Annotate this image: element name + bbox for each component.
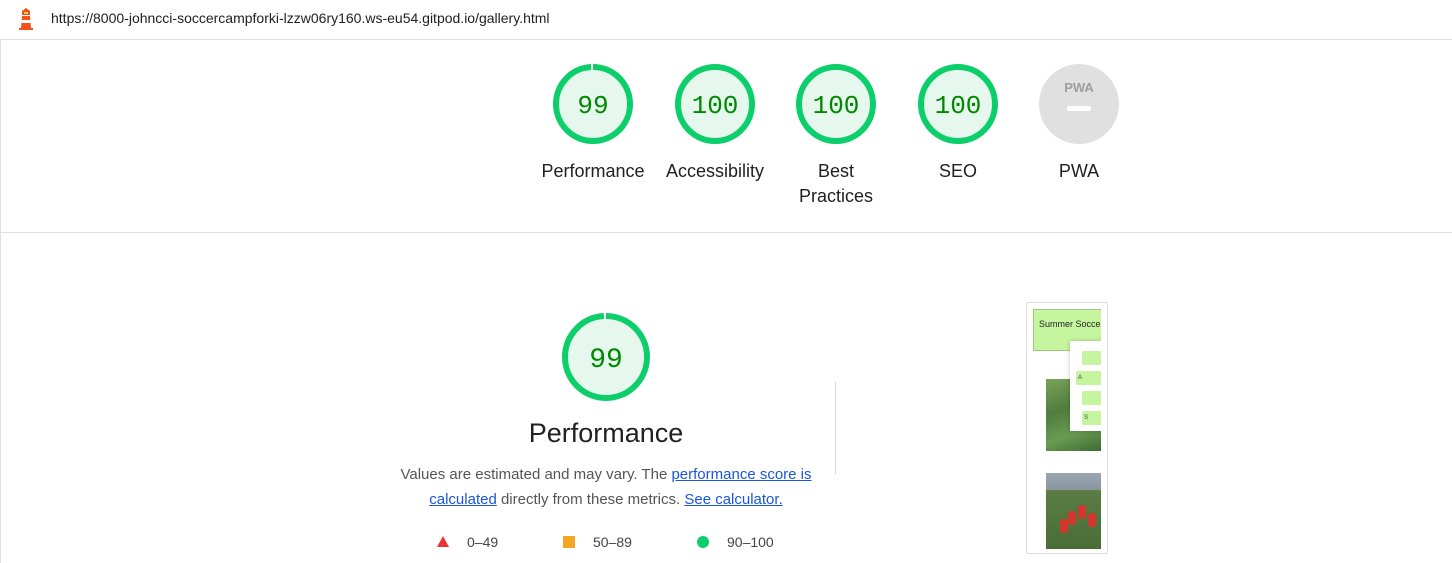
gauge-label: PWA bbox=[1058, 161, 1100, 181]
see-calculator-link[interactable]: See calculator. bbox=[684, 491, 782, 508]
legend-range: 0–49 bbox=[467, 534, 499, 550]
lighthouse-logo-icon bbox=[19, 8, 33, 30]
performance-gauge-large: 99 bbox=[560, 311, 652, 408]
pwa-badge-icon: PWA bbox=[1039, 64, 1119, 144]
score-gauge-circle: 100 bbox=[675, 64, 755, 144]
gauge-accessibility[interactable]: 100 Accessibility bbox=[650, 62, 780, 184]
frame-border bbox=[0, 40, 1, 563]
gauge-label: SEO bbox=[938, 161, 977, 181]
gauge-best-practices[interactable]: 100 Best Practices bbox=[771, 62, 901, 209]
pwa-badge-text: PWA bbox=[1064, 80, 1094, 95]
report-url-link[interactable]: https://8000-johncci-soccercampforki-lzz… bbox=[51, 10, 550, 26]
score-gauge-circle: 100 bbox=[918, 64, 998, 144]
section-divider bbox=[0, 232, 1452, 233]
description-text: Values are estimated and may vary. The bbox=[400, 466, 672, 483]
description-text: directly from these metrics. bbox=[496, 491, 685, 508]
vertical-divider bbox=[835, 382, 836, 474]
gauge-pwa[interactable]: PWA PWA bbox=[1014, 62, 1144, 184]
final-screenshot-thumbnail[interactable]: Summer Soccer Camp A S bbox=[1026, 302, 1108, 554]
legend-range: 90–100 bbox=[727, 534, 774, 550]
thumbnail-photo-kids bbox=[1046, 473, 1101, 549]
score-value: 99 bbox=[577, 91, 608, 121]
score-gauge-circle: 100 bbox=[796, 64, 876, 144]
circle-icon bbox=[697, 536, 709, 548]
score-value: 100 bbox=[692, 91, 739, 121]
thumbnail-nav-menu: A S bbox=[1070, 341, 1101, 431]
triangle-icon bbox=[437, 536, 449, 547]
gauge-label: Performance bbox=[541, 161, 645, 181]
score-value: 100 bbox=[813, 91, 860, 121]
thumbnail-menu-item: A bbox=[1076, 371, 1101, 385]
screenshot-content: Summer Soccer Camp A S bbox=[1033, 309, 1101, 549]
gauge-label: Best Practices bbox=[798, 161, 874, 206]
performance-title: Performance bbox=[528, 418, 684, 448]
thumbnail-menu-item: S bbox=[1082, 411, 1101, 425]
thumbnail-menu-item bbox=[1082, 351, 1101, 365]
performance-description: Values are estimated and may vary. The p… bbox=[400, 462, 812, 512]
score-value: 100 bbox=[935, 91, 982, 121]
square-icon bbox=[563, 536, 575, 548]
score-gauge-circle: 99 bbox=[562, 313, 650, 401]
gauge-label: Accessibility bbox=[665, 161, 765, 181]
score-gauge-circle: 99 bbox=[553, 64, 633, 144]
legend-range: 50–89 bbox=[593, 534, 632, 550]
report-topbar: https://8000-johncci-soccercampforki-lzz… bbox=[0, 0, 1452, 40]
gauge-seo[interactable]: 100 SEO bbox=[893, 62, 1023, 184]
performance-score-value: 99 bbox=[589, 345, 623, 376]
gauge-performance[interactable]: 99 Performance bbox=[528, 62, 658, 184]
thumbnail-menu-item bbox=[1082, 391, 1101, 405]
